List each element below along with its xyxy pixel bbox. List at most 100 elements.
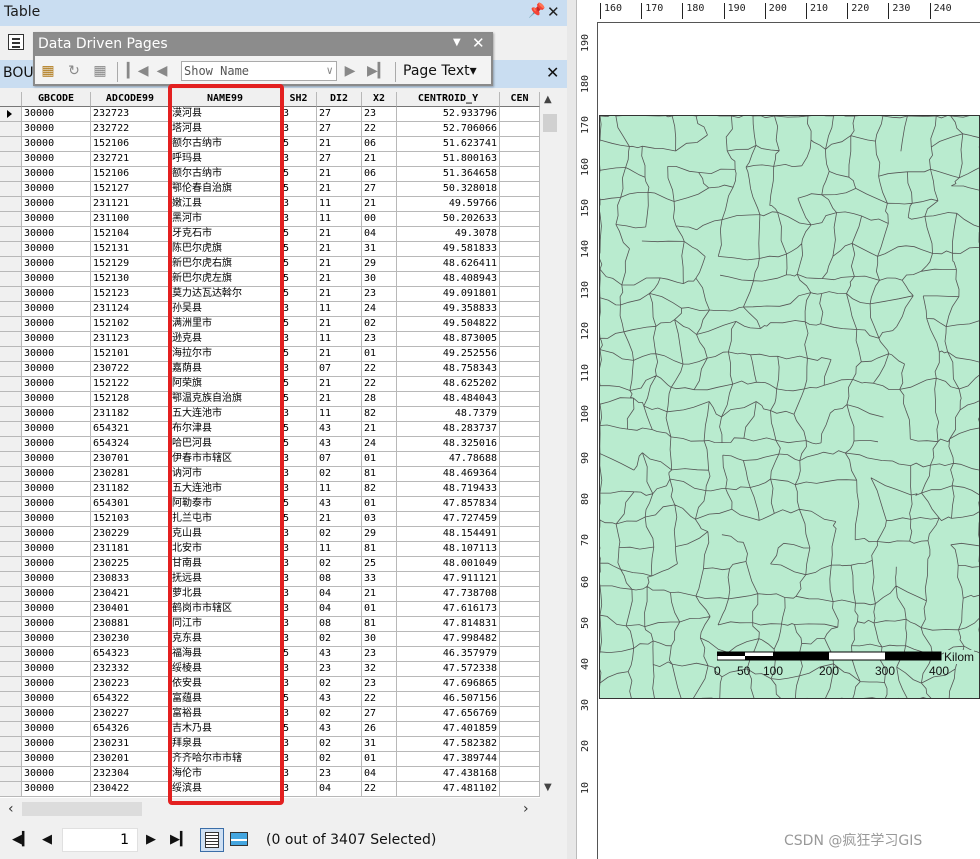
scroll-right-icon[interactable]: › — [523, 801, 529, 817]
table-cell[interactable]: 48.625202 — [397, 377, 500, 392]
table-row[interactable]: 30000 230881 同江市 3 08 81 47.814831 — [0, 617, 540, 632]
table-cell[interactable]: 03 — [362, 512, 397, 527]
table-cell[interactable]: 依安县 — [170, 677, 281, 692]
table-row[interactable]: 30000 231181 北安市 3 11 81 48.107113 — [0, 542, 540, 557]
current-record-input[interactable]: 1 — [62, 828, 138, 852]
table-cell[interactable]: 30000 — [22, 107, 91, 122]
table-cell[interactable]: 27 — [317, 152, 362, 167]
table-cell[interactable]: 21 — [317, 182, 362, 197]
table-cell[interactable]: 31 — [362, 242, 397, 257]
table-cell[interactable]: 48.719433 — [397, 482, 500, 497]
table-cell[interactable]: 25 — [362, 557, 397, 572]
table-cell[interactable]: 48.408943 — [397, 272, 500, 287]
row-selector[interactable] — [0, 722, 22, 737]
table-cell[interactable]: 富蕴县 — [170, 692, 281, 707]
table-cell[interactable]: 30000 — [22, 287, 91, 302]
table-cell[interactable]: 231123 — [91, 332, 170, 347]
table-cell[interactable]: 47.401859 — [397, 722, 500, 737]
table-cell[interactable]: 08 — [317, 572, 362, 587]
table-cell[interactable]: 52.933796 — [397, 107, 500, 122]
table-cell[interactable]: 04 — [362, 227, 397, 242]
select-all-corner[interactable] — [0, 92, 22, 107]
table-row[interactable]: 30000 231100 黑河市 3 11 00 50.202633 — [0, 212, 540, 227]
table-cell[interactable]: 01 — [362, 752, 397, 767]
table-row[interactable]: 30000 232304 海伦市 3 23 04 47.438168 — [0, 767, 540, 782]
table-cell[interactable]: 48.283737 — [397, 422, 500, 437]
row-selector[interactable] — [0, 332, 22, 347]
page-field-combo[interactable]: Show Name ∨ — [181, 61, 337, 81]
table-cell[interactable]: 01 — [362, 497, 397, 512]
tab-layer[interactable]: BOU — [3, 65, 34, 81]
row-selector[interactable] — [0, 407, 22, 422]
table-row[interactable]: 30000 654322 富蕴县 5 43 22 46.507156 — [0, 692, 540, 707]
table-cell[interactable]: 43 — [317, 692, 362, 707]
row-selector[interactable] — [0, 152, 22, 167]
table-cell[interactable]: 02 — [317, 752, 362, 767]
column-header-centroid_y[interactable]: CENTROID_Y — [397, 92, 500, 107]
table-cell[interactable]: 克东县 — [170, 632, 281, 647]
table-cell[interactable]: 230225 — [91, 557, 170, 572]
table-cell[interactable]: 82 — [362, 407, 397, 422]
table-cell[interactable]: 齐齐哈尔市市辖 — [170, 752, 281, 767]
table-cell[interactable]: 黑河市 — [170, 212, 281, 227]
horizontal-scroll-thumb[interactable] — [22, 802, 142, 816]
table-cell[interactable]: 21 — [317, 512, 362, 527]
table-cell[interactable]: 3 — [281, 557, 317, 572]
table-cell[interactable]: 30000 — [22, 257, 91, 272]
table-cell[interactable]: 5 — [281, 722, 317, 737]
table-cell[interactable]: 3 — [281, 152, 317, 167]
table-cell[interactable]: 27 — [362, 707, 397, 722]
table-cell[interactable]: 47.727459 — [397, 512, 500, 527]
table-row[interactable]: 30000 654326 吉木乃县 5 43 26 47.401859 — [0, 722, 540, 737]
row-selector[interactable] — [0, 632, 22, 647]
map-data-frame[interactable] — [599, 115, 980, 699]
table-cell[interactable]: 11 — [317, 407, 362, 422]
table-cell[interactable]: 3 — [281, 527, 317, 542]
previous-page-icon[interactable]: ◀ — [153, 62, 171, 80]
table-cell[interactable]: 满洲里市 — [170, 317, 281, 332]
column-header-x2[interactable]: X2 — [362, 92, 397, 107]
table-cell[interactable]: 塔河县 — [170, 122, 281, 137]
table-cell[interactable]: 30000 — [22, 137, 91, 152]
table-row[interactable]: 30000 230422 绥滨县 3 04 22 47.481102 — [0, 782, 540, 797]
table-cell[interactable]: 23 — [362, 107, 397, 122]
table-cell[interactable]: 绥滨县 — [170, 782, 281, 797]
table-cell[interactable]: 231182 — [91, 482, 170, 497]
row-selector[interactable] — [0, 137, 22, 152]
row-selector[interactable] — [0, 347, 22, 362]
table-cell[interactable]: 81 — [362, 542, 397, 557]
table-cell[interactable] — [500, 242, 540, 257]
table-cell[interactable]: 21 — [317, 257, 362, 272]
table-cell[interactable] — [500, 422, 540, 437]
table-cell[interactable]: 32 — [362, 662, 397, 677]
table-cell[interactable]: 30000 — [22, 707, 91, 722]
table-cell[interactable]: 牙克石市 — [170, 227, 281, 242]
table-cell[interactable]: 230223 — [91, 677, 170, 692]
table-cell[interactable]: 47.616173 — [397, 602, 500, 617]
row-selector[interactable] — [0, 197, 22, 212]
table-cell[interactable]: 3 — [281, 767, 317, 782]
table-cell[interactable]: 鄂温克族自治旗 — [170, 392, 281, 407]
row-selector[interactable] — [0, 677, 22, 692]
table-cell[interactable] — [500, 227, 540, 242]
table-cell[interactable]: 21 — [317, 167, 362, 182]
row-selector[interactable] — [0, 707, 22, 722]
table-row[interactable]: 30000 230225 甘南县 3 02 25 48.001049 — [0, 557, 540, 572]
table-row[interactable]: 30000 152103 扎兰屯市 5 21 03 47.727459 — [0, 512, 540, 527]
table-cell[interactable]: 230422 — [91, 782, 170, 797]
table-cell[interactable]: 5 — [281, 512, 317, 527]
table-cell[interactable] — [500, 152, 540, 167]
table-cell[interactable]: 231100 — [91, 212, 170, 227]
table-row[interactable]: 30000 230227 富裕县 3 02 27 47.656769 — [0, 707, 540, 722]
row-selector[interactable] — [0, 572, 22, 587]
table-cell[interactable]: 嘉荫县 — [170, 362, 281, 377]
table-cell[interactable]: 49.091801 — [397, 287, 500, 302]
table-cell[interactable]: 230421 — [91, 587, 170, 602]
table-cell[interactable]: 嫩江县 — [170, 197, 281, 212]
table-cell[interactable]: 5 — [281, 287, 317, 302]
table-cell[interactable] — [500, 557, 540, 572]
row-selector[interactable] — [0, 662, 22, 677]
table-cell[interactable]: 5 — [281, 167, 317, 182]
table-cell[interactable]: 30000 — [22, 527, 91, 542]
table-cell[interactable] — [500, 407, 540, 422]
